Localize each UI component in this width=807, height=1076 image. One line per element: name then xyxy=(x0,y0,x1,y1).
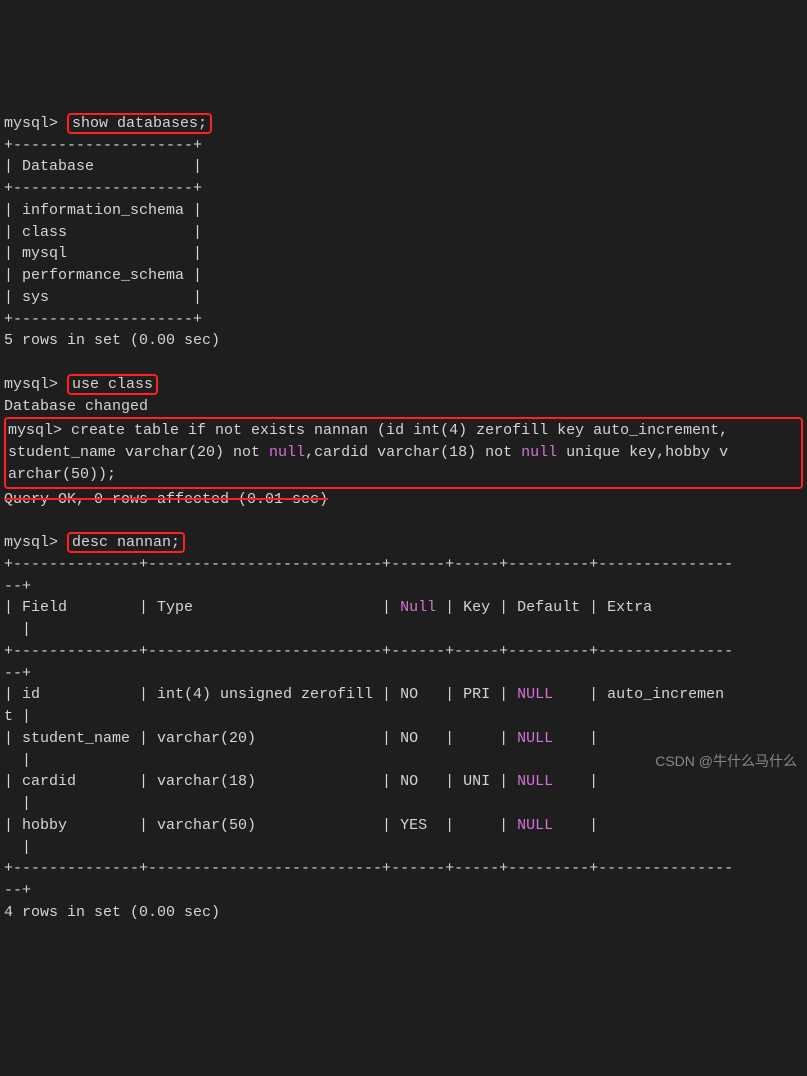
row-sname-a: | student_name | varchar(20) | NO | | xyxy=(4,730,517,747)
row-id-b: | auto_incremen xyxy=(553,686,724,703)
use-class-cmd: use class xyxy=(72,376,153,393)
row-hobby-b: | xyxy=(553,817,733,834)
db-changed-msg: Database changed xyxy=(4,398,148,415)
db-row: | sys | xyxy=(4,289,202,306)
desc-cmd-highlight: desc nannan; xyxy=(67,532,185,553)
row-id-a: | id | int(4) unsigned zerofill | NO | P… xyxy=(4,686,517,703)
db-row: | mysql | xyxy=(4,245,202,262)
create-table-cmd-highlight: mysql> create table if not exists nannan… xyxy=(4,417,803,488)
watermark: CSDN @牛什么马什么 xyxy=(655,751,797,771)
row-sname-b: | xyxy=(553,730,733,747)
create-table-line2b: ,cardid varchar(18) not xyxy=(305,444,521,461)
desc-header-end: | xyxy=(4,621,31,638)
db-row: | performance_schema | xyxy=(4,267,202,284)
row-end: | xyxy=(4,795,31,812)
table-border: +--------------------+ xyxy=(4,311,202,328)
null-header: Null xyxy=(400,599,436,616)
null-value: NULL xyxy=(517,730,553,747)
desc-cmd: desc nannan; xyxy=(72,534,180,551)
desc-header-a: | Field | Type | xyxy=(4,599,400,616)
rows-result: 4 rows in set (0.00 sec) xyxy=(4,904,220,921)
null-keyword: null xyxy=(521,444,557,461)
row-id-end: t | xyxy=(4,708,31,725)
show-databases-cmd-highlight: show databases; xyxy=(67,113,212,134)
mysql-prompt: mysql> xyxy=(4,115,58,132)
desc-border: +--------------+------------------------… xyxy=(4,860,733,877)
null-keyword: null xyxy=(269,444,305,461)
null-value: NULL xyxy=(517,817,553,834)
null-value: NULL xyxy=(517,686,553,703)
query-ok-struck: Query OK, 0 rows affected (0.01 sec) xyxy=(4,491,328,508)
row-cardid-b: | xyxy=(553,773,733,790)
create-table-line2c: unique key,hobby v xyxy=(557,444,728,461)
mysql-prompt: mysql> xyxy=(4,376,58,393)
desc-border: +--------------+------------------------… xyxy=(4,643,733,660)
create-table-line1: mysql> create table if not exists nannan… xyxy=(8,422,728,439)
table-border: +--------------------+ xyxy=(4,137,202,154)
desc-border-end: --+ xyxy=(4,665,31,682)
row-hobby-a: | hobby | varchar(50) | YES | | xyxy=(4,817,517,834)
show-databases-cmd: show databases; xyxy=(72,115,207,132)
use-class-cmd-highlight: use class xyxy=(67,374,158,395)
mysql-prompt: mysql> xyxy=(4,534,58,551)
row-end: | xyxy=(4,752,31,769)
terminal-output: mysql> show databases; +----------------… xyxy=(4,91,803,924)
create-table-line3: archar(50)); xyxy=(8,466,116,483)
desc-border-end: --+ xyxy=(4,578,31,595)
row-cardid-a: | cardid | varchar(18) | NO | UNI | xyxy=(4,773,517,790)
rows-result: 5 rows in set (0.00 sec) xyxy=(4,332,220,349)
db-row: | information_schema | xyxy=(4,202,202,219)
desc-border-end: --+ xyxy=(4,882,31,899)
table-border: +--------------------+ xyxy=(4,180,202,197)
desc-border: +--------------+------------------------… xyxy=(4,556,733,573)
null-value: NULL xyxy=(517,773,553,790)
row-end: | xyxy=(4,839,31,856)
db-header-row: | Database | xyxy=(4,158,202,175)
desc-header-b: | Key | Default | Extra xyxy=(436,599,733,616)
create-table-line2a: student_name varchar(20) not xyxy=(8,444,269,461)
db-row: | class | xyxy=(4,224,202,241)
